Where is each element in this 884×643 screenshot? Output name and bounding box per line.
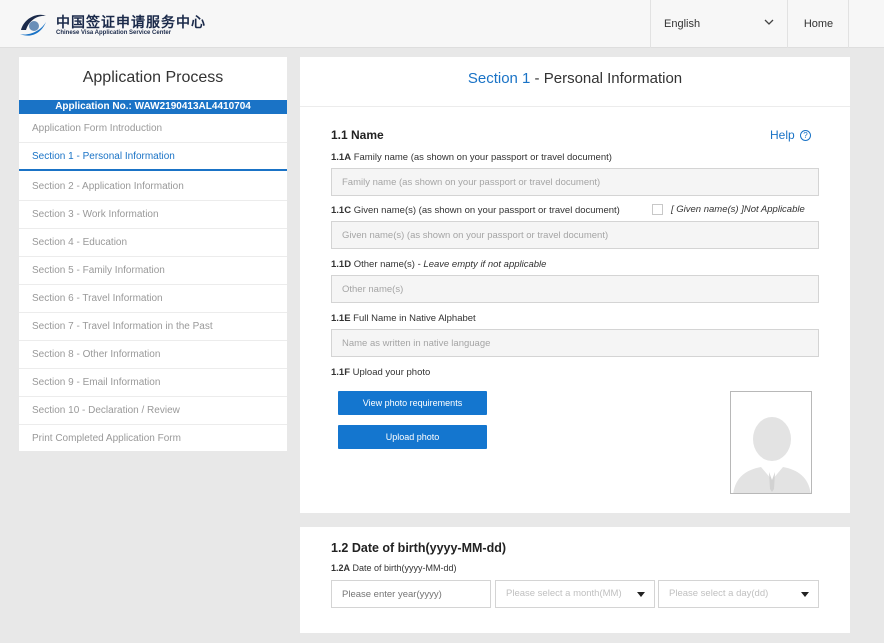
caret-down-icon [637, 592, 645, 597]
application-number: Application No.: WAW2190413AL4410704 [19, 100, 287, 114]
language-label: English [664, 18, 701, 30]
sidebar-item-introduction[interactable]: Application Form Introduction [19, 115, 287, 143]
application-process-sidebar: Application Process Application No.: WAW… [19, 57, 287, 451]
top-header: 中国签证申请服务中心 Chinese Visa Application Serv… [0, 0, 884, 48]
sidebar-item-section-7[interactable]: Section 7 - Travel Information in the Pa… [19, 313, 287, 341]
native-name-text: Full Name in Native Alphabet [350, 313, 476, 324]
given-name-text: Given name(s) (as shown on your passport… [351, 205, 620, 216]
caret-down-icon [801, 592, 809, 597]
given-name-not-applicable-label[interactable]: [ Given name(s) ]Not Applicable [671, 204, 805, 215]
other-name-label: 1.1D Other name(s) - Leave empty if not … [331, 259, 546, 270]
upload-photo-button[interactable]: Upload photo [338, 425, 487, 449]
native-name-label: 1.1E Full Name in Native Alphabet [331, 313, 476, 324]
dob-day-select[interactable]: Please select a day(dd) [658, 580, 819, 608]
sidebar-item-section-3[interactable]: Section 3 - Work Information [19, 201, 287, 229]
dob-year-input[interactable] [331, 580, 491, 608]
other-name-code: 1.1D [331, 259, 352, 270]
dob-month-placeholder: Please select a month(MM) [506, 588, 622, 599]
dob-day-placeholder: Please select a day(dd) [669, 588, 769, 599]
dob-label: 1.2A Date of birth(yyyy-MM-dd) [331, 563, 457, 573]
upload-photo-code: 1.1F [331, 367, 351, 378]
help-label: Help [770, 128, 795, 142]
sidebar-item-section-10[interactable]: Section 10 - Declaration / Review [19, 397, 287, 425]
sidebar-item-section-5[interactable]: Section 5 - Family Information [19, 257, 287, 285]
given-name-not-applicable-checkbox[interactable] [652, 204, 663, 215]
given-name-input[interactable] [331, 221, 819, 249]
date-of-birth-panel: 1.2 Date of birth(yyyy-MM-dd) 1.2A Date … [300, 527, 850, 633]
language-select[interactable]: English [650, 0, 788, 48]
family-name-code: 1.1A [331, 152, 352, 163]
site-logo[interactable]: 中国签证申请服务中心 Chinese Visa Application Serv… [18, 10, 228, 40]
other-name-text: Other name(s) - [351, 259, 424, 270]
family-name-label: 1.1A Family name (as shown on your passp… [331, 152, 612, 163]
section-number: Section 1 [467, 70, 531, 87]
dob-text: Date of birth(yyyy-MM-dd) [350, 563, 457, 573]
given-name-code: 1.1C [331, 205, 352, 216]
dob-code: 1.2A [331, 563, 351, 573]
view-photo-requirements-button[interactable]: View photo requirements [338, 391, 487, 415]
other-name-input[interactable] [331, 275, 819, 303]
family-name-text: Family name (as shown on your passport o… [351, 152, 612, 163]
upload-photo-text: Upload your photo [350, 367, 431, 378]
name-heading: 1.1 Name [331, 128, 384, 142]
sidebar-title: Application Process [82, 69, 224, 86]
logo-text-chinese: 中国签证申请服务中心 [56, 15, 206, 31]
section-title: Section 1 - Personal Information [300, 57, 850, 107]
person-silhouette-icon [733, 417, 811, 493]
sidebar-item-section-2[interactable]: Section 2 - Application Information [19, 173, 287, 201]
chevron-down-icon [764, 19, 774, 25]
given-name-label: 1.1C Given name(s) (as shown on your pas… [331, 205, 620, 216]
help-circle-icon: ? [800, 130, 812, 141]
native-name-code: 1.1E [331, 313, 351, 324]
other-name-hint: Leave empty if not applicable [423, 259, 547, 270]
family-name-input[interactable] [331, 168, 819, 196]
sidebar-item-section-9[interactable]: Section 9 - Email Information [19, 369, 287, 397]
photo-preview [730, 391, 812, 494]
personal-information-panel: Section 1 - Personal Information 1.1 Nam… [300, 57, 850, 513]
logo-text-english: Chinese Visa Application Service Center [56, 30, 172, 36]
sidebar-item-section-6[interactable]: Section 6 - Travel Information [19, 285, 287, 313]
help-link[interactable]: Help ? [770, 128, 812, 142]
section-name: - Personal Information [530, 70, 683, 87]
home-link[interactable]: Home [789, 0, 849, 48]
sidebar-item-section-8[interactable]: Section 8 - Other Information [19, 341, 287, 369]
logo-swoosh-icon [20, 14, 46, 36]
sidebar-item-print-form[interactable]: Print Completed Application Form [19, 425, 287, 453]
sidebar-item-section-1[interactable]: Section 1 - Personal Information [19, 143, 287, 171]
native-name-input[interactable] [331, 329, 819, 357]
dob-month-select[interactable]: Please select a month(MM) [495, 580, 655, 608]
upload-photo-label: 1.1F Upload your photo [331, 367, 430, 378]
sidebar-item-section-4[interactable]: Section 4 - Education [19, 229, 287, 257]
dob-heading: 1.2 Date of birth(yyyy-MM-dd) [331, 541, 507, 555]
